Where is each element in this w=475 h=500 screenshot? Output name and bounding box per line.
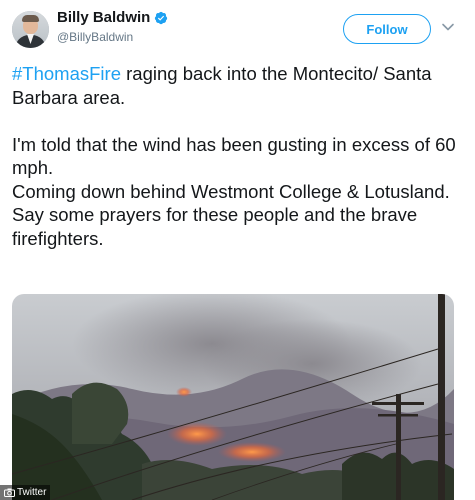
tweet-paragraph-3: Coming down behind Westmont College & Lo… <box>12 180 450 202</box>
wildfire-photo <box>12 294 454 500</box>
tweet-photo[interactable] <box>12 294 454 500</box>
tweet-paragraph-2: I'm told that the wind has been gusting … <box>12 133 456 179</box>
user-name-row: Billy Baldwin <box>57 9 168 26</box>
user-handle[interactable]: @BillyBaldwin <box>57 30 133 44</box>
photo-credit-text: Twitter <box>17 487 47 498</box>
tweet-text: #ThomasFire raging back into the Monteci… <box>12 62 467 250</box>
photo-credit: Twitter <box>0 485 51 500</box>
hashtag-link[interactable]: #ThomasFire <box>12 63 121 84</box>
follow-button[interactable]: Follow <box>343 14 431 44</box>
user-name[interactable]: Billy Baldwin <box>57 9 150 26</box>
tweet-header: Billy Baldwin @BillyBaldwin Follow <box>0 0 475 56</box>
chevron-down-icon[interactable] <box>441 20 455 34</box>
verified-badge-icon <box>155 11 168 24</box>
tweet-paragraph-1: #ThomasFire raging back into the Monteci… <box>12 62 467 109</box>
tweet-paragraph-4: Say some prayers for these people and th… <box>12 204 418 249</box>
camera-icon <box>4 488 15 497</box>
avatar[interactable] <box>12 11 49 48</box>
